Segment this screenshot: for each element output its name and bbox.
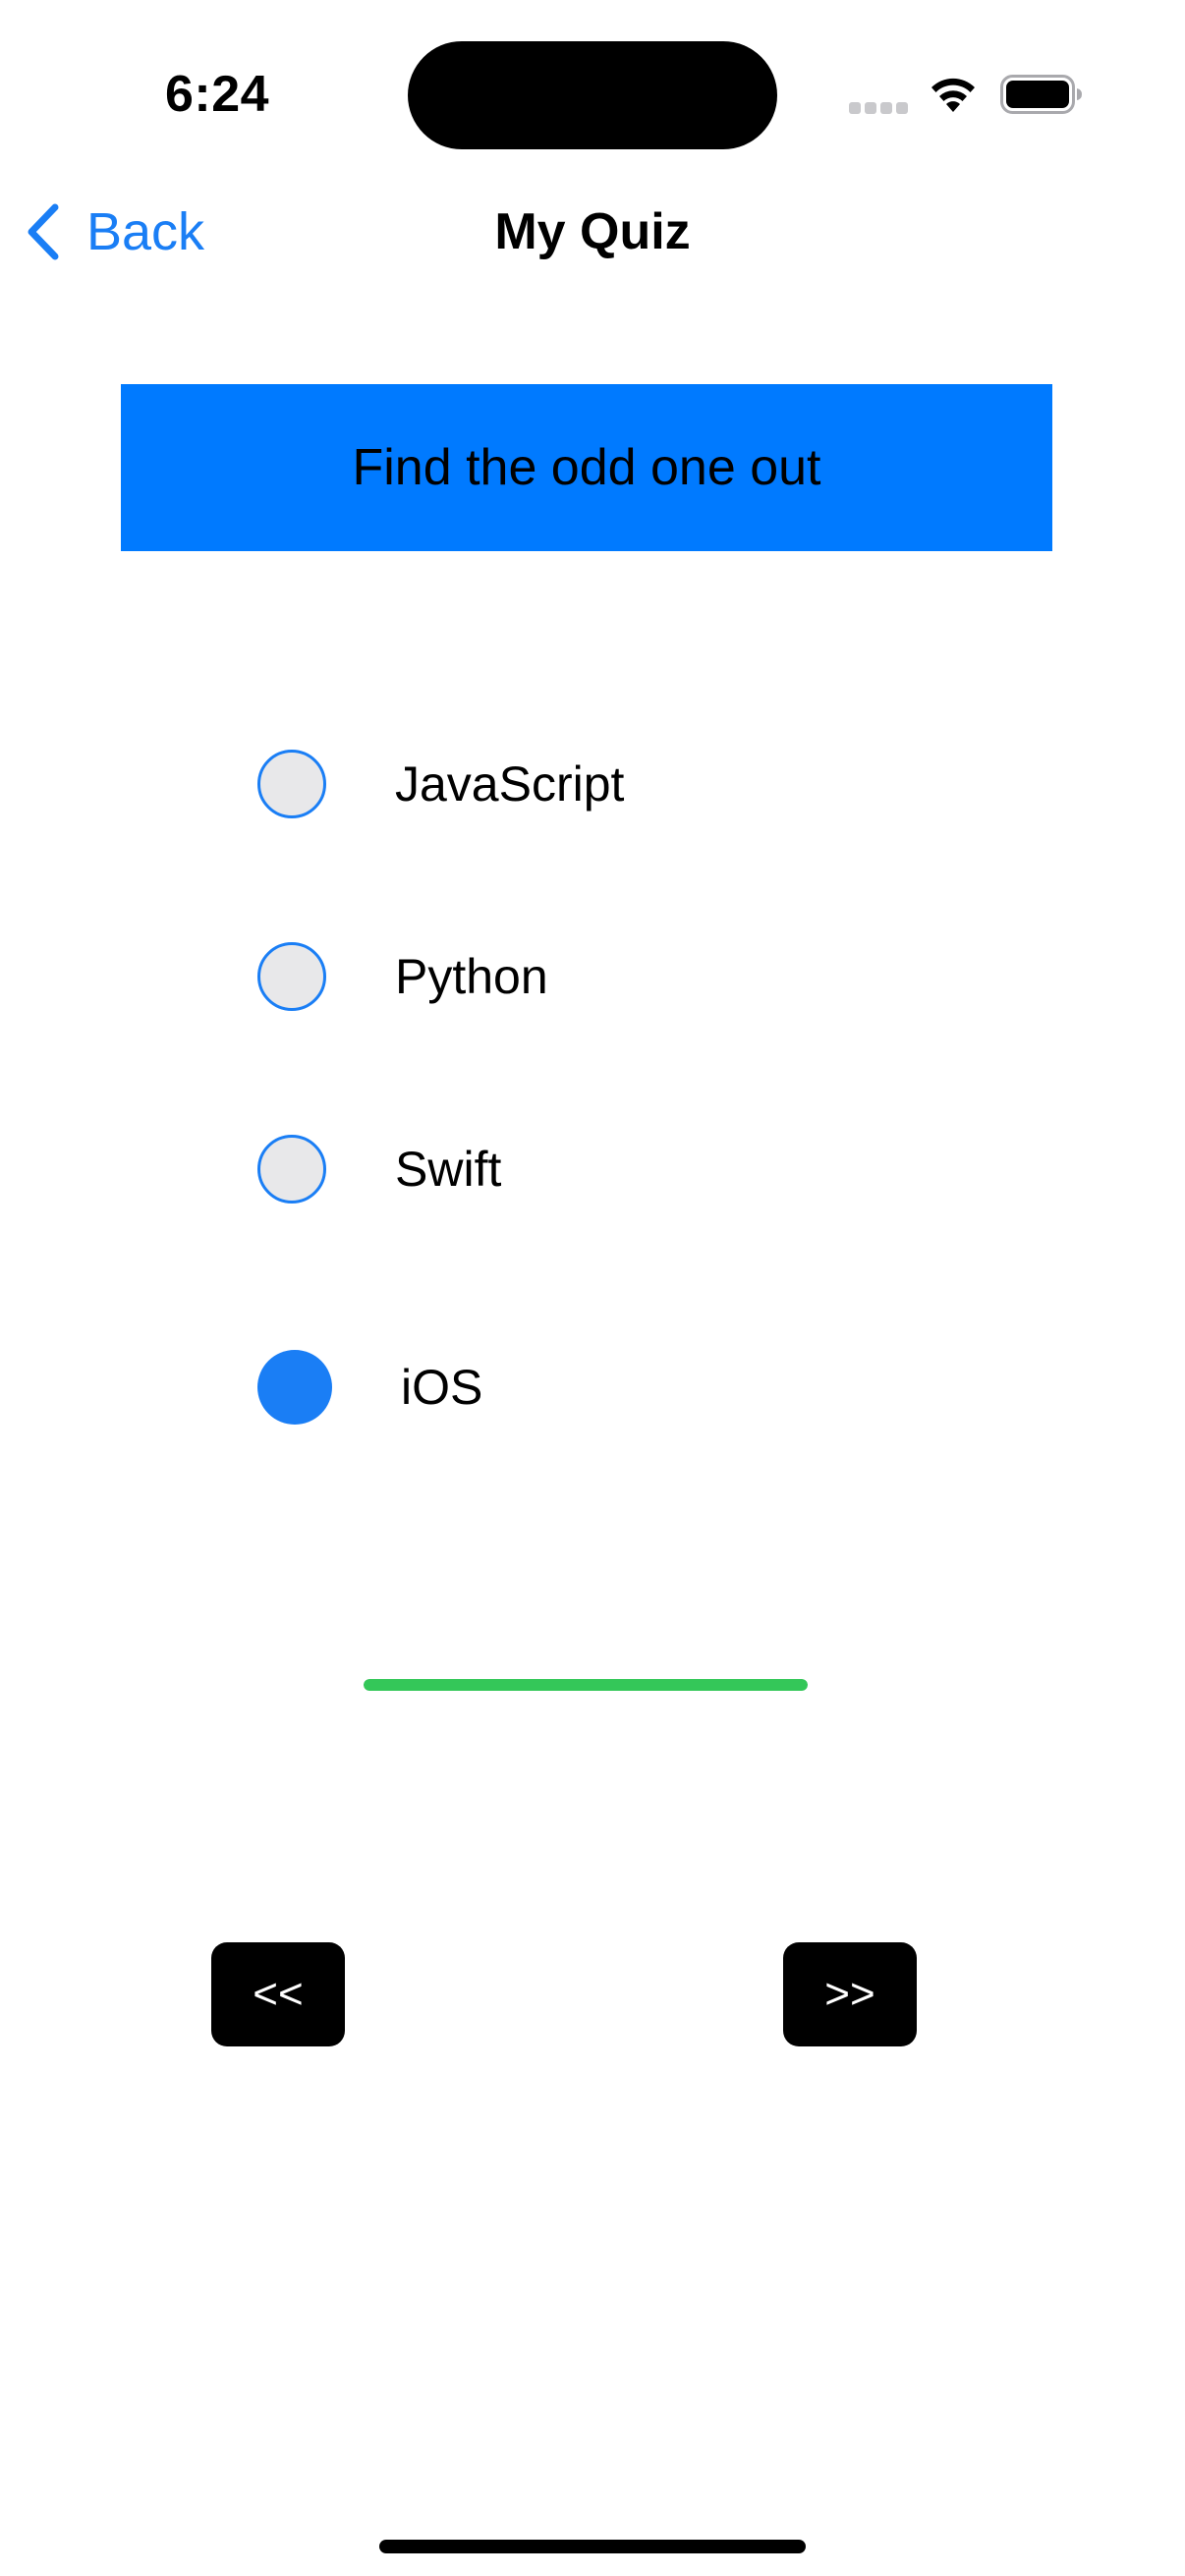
- progress-bar-fill: [364, 1679, 808, 1691]
- chevron-left-icon: [28, 203, 59, 260]
- cellular-signal-icon: [849, 102, 910, 116]
- radio-button[interactable]: [257, 1135, 326, 1204]
- previous-button[interactable]: <<: [211, 1942, 345, 2046]
- next-button[interactable]: >>: [783, 1942, 917, 2046]
- answer-option-label: Swift: [395, 1142, 502, 1197]
- answer-option-label: Python: [395, 949, 548, 1004]
- answer-option[interactable]: JavaScript: [257, 745, 808, 823]
- radio-button[interactable]: [257, 750, 326, 818]
- home-indicator[interactable]: [379, 2540, 806, 2553]
- progress-bar: [364, 1679, 808, 1691]
- answer-option-label: iOS: [401, 1360, 483, 1415]
- battery-icon: [1000, 75, 1083, 114]
- page-title: My Quiz: [494, 203, 691, 260]
- radio-button[interactable]: [257, 1350, 332, 1425]
- radio-button[interactable]: [257, 942, 326, 1011]
- back-button-label: Back: [86, 202, 205, 261]
- answer-option[interactable]: Swift: [257, 1130, 808, 1208]
- answer-option-label: JavaScript: [395, 756, 625, 812]
- wifi-icon: [928, 73, 979, 114]
- status-time: 6:24: [165, 66, 270, 123]
- answer-option[interactable]: Python: [257, 937, 808, 1016]
- back-button[interactable]: Back: [24, 193, 204, 271]
- question-text: Find the odd one out: [352, 439, 821, 496]
- dynamic-island: [408, 41, 777, 149]
- question-banner: Find the odd one out: [121, 384, 1052, 551]
- answer-option[interactable]: iOS: [257, 1348, 808, 1427]
